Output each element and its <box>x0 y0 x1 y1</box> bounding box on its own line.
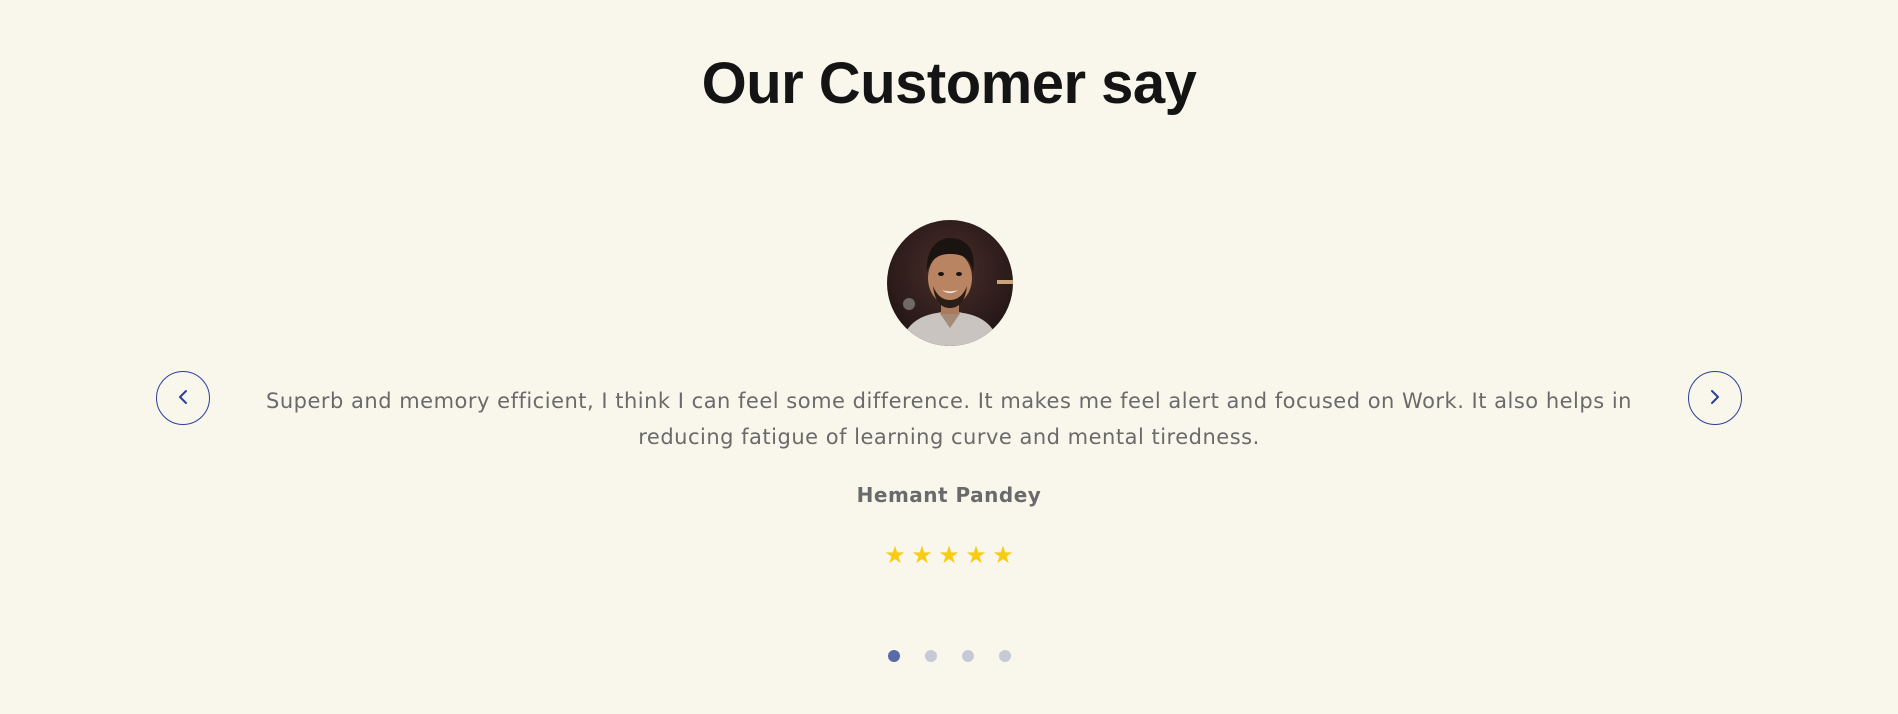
chevron-left-icon <box>176 388 190 409</box>
star-icon: ★ <box>911 541 933 569</box>
customer-avatar <box>887 220 1013 346</box>
pagination-dot[interactable] <box>887 650 900 662</box>
pagination-dot[interactable] <box>961 650 974 662</box>
star-rating: ★ ★ ★ ★ ★ <box>0 540 1898 570</box>
testimonial-quote: Superb and memory efficient, I think I c… <box>266 389 1632 449</box>
pagination-dot[interactable] <box>924 650 937 662</box>
section-title: Our Customer say <box>701 51 1197 116</box>
star-icon: ★ <box>965 541 987 569</box>
pagination-dot[interactable] <box>998 650 1011 662</box>
next-slide-button[interactable] <box>1688 371 1742 425</box>
star-icon: ★ <box>884 541 906 569</box>
prev-slide-button[interactable] <box>156 371 210 425</box>
star-icon: ★ <box>992 541 1014 569</box>
testimonial-author: Hemant Pandey <box>856 483 1042 507</box>
carousel-pagination <box>0 650 1898 662</box>
chevron-right-icon <box>1708 388 1722 409</box>
star-icon: ★ <box>938 541 960 569</box>
